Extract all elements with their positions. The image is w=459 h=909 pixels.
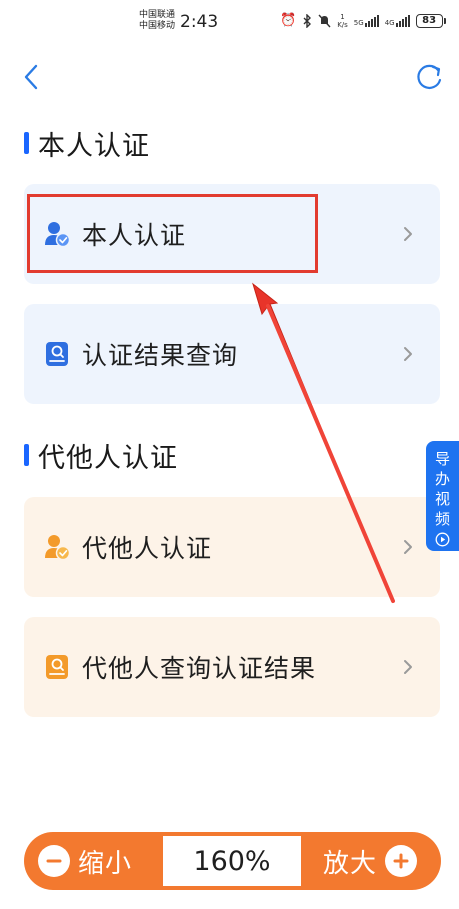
zoom-out-label: 缩小 bbox=[78, 848, 133, 879]
status-bar: 中国联通 中国移动 2:43 ⏰ 1 K/s 5G 4G 83 bbox=[0, 0, 459, 44]
zoom-out-button[interactable]: 缩小 bbox=[24, 832, 163, 890]
card-self-verify[interactable]: 本人认证 bbox=[24, 184, 440, 284]
play-circle-icon bbox=[435, 532, 450, 547]
card-label: 本人认证 bbox=[82, 221, 187, 250]
network-type-1: 5G bbox=[353, 19, 364, 27]
card-self-result-query[interactable]: 认证结果查询 bbox=[24, 304, 440, 404]
signal-bars-icon bbox=[364, 15, 379, 27]
carrier-info: 中国联通 中国移动 bbox=[139, 10, 175, 32]
battery-icon: 83 bbox=[415, 14, 446, 28]
signal-bars-icon bbox=[395, 15, 410, 27]
section-title-proxy: 代他人认证 bbox=[38, 442, 178, 474]
refresh-button[interactable] bbox=[414, 60, 446, 94]
status-icons: ⏰ 1 K/s 5G 4G 83 bbox=[280, 13, 446, 29]
network-speed-unit: K/s bbox=[337, 21, 348, 29]
network-type-2: 4G bbox=[384, 19, 395, 27]
zoom-level: 160% bbox=[163, 836, 301, 886]
card-proxy-verify[interactable]: 代他人认证 bbox=[24, 497, 440, 597]
battery-level: 83 bbox=[415, 14, 443, 28]
user-check-icon bbox=[45, 535, 70, 560]
zoom-in-button[interactable]: 放大 bbox=[301, 832, 441, 890]
page: 中国联通 中国移动 2:43 ⏰ 1 K/s 5G 4G 83 本人认证 本人认… bbox=[0, 0, 459, 909]
refresh-icon bbox=[417, 64, 442, 89]
clock: 2:43 bbox=[180, 12, 219, 32]
network-speed-value: 1 bbox=[340, 13, 345, 21]
guide-char: 导 bbox=[434, 450, 450, 468]
guide-char: 频 bbox=[434, 510, 450, 528]
section-proxy: 代他人认证 bbox=[24, 437, 178, 474]
section-marker bbox=[24, 444, 29, 466]
document-search-icon bbox=[46, 655, 68, 679]
section-marker bbox=[24, 132, 29, 154]
minus-icon bbox=[38, 845, 70, 877]
signal-5g: 5G bbox=[354, 15, 379, 27]
document-search-icon bbox=[46, 342, 68, 366]
bluetooth-icon bbox=[303, 14, 312, 28]
chevron-right-icon bbox=[404, 347, 412, 361]
mute-icon bbox=[318, 14, 331, 28]
network-speed: 1 K/s bbox=[337, 13, 348, 29]
carrier-1: 中国联通 bbox=[139, 10, 176, 20]
user-check-icon bbox=[45, 222, 70, 247]
guide-char: 办 bbox=[434, 470, 450, 488]
carrier-2: 中国移动 bbox=[139, 21, 176, 31]
card-label: 代他人认证 bbox=[82, 534, 213, 563]
section-self: 本人认证 bbox=[24, 125, 150, 162]
guide-video-tab[interactable]: 导 办 视 频 bbox=[426, 441, 459, 551]
card-label: 认证结果查询 bbox=[82, 341, 239, 370]
zoom-in-label: 放大 bbox=[323, 848, 378, 879]
plus-icon bbox=[385, 845, 418, 877]
guide-char: 视 bbox=[434, 490, 450, 508]
back-button[interactable] bbox=[18, 60, 48, 94]
zoom-bar: 缩小 160% 放大 bbox=[24, 832, 441, 890]
signal-4g: 4G bbox=[385, 15, 410, 27]
chevron-right-icon bbox=[404, 540, 412, 554]
section-title-self: 本人认证 bbox=[38, 130, 150, 162]
chevron-left-icon bbox=[24, 64, 38, 90]
chevron-right-icon bbox=[404, 660, 412, 674]
card-label: 代他人查询认证结果 bbox=[82, 654, 317, 683]
alarm-icon: ⏰ bbox=[280, 13, 297, 28]
chevron-right-icon bbox=[404, 227, 412, 241]
card-proxy-result-query[interactable]: 代他人查询认证结果 bbox=[24, 617, 440, 717]
